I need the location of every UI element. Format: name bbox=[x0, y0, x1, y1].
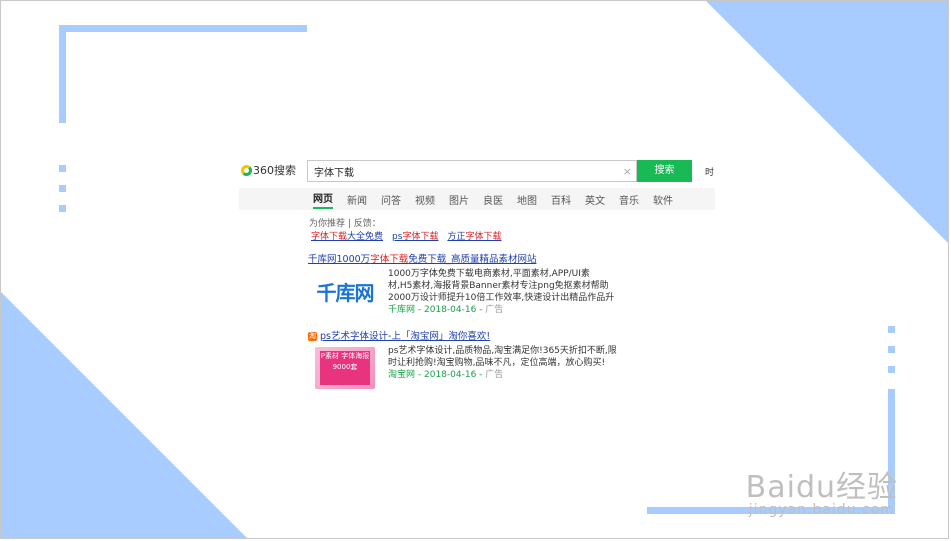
result-snippet-line: ps艺术字体设计,品质物品,淘宝满足你!365天折扣不断,限 bbox=[388, 346, 617, 356]
tab-encyclopedia[interactable]: 百科 bbox=[551, 192, 571, 207]
link-text: ps bbox=[392, 232, 403, 242]
logo-text: 360搜索 bbox=[253, 164, 296, 177]
search-input[interactable] bbox=[308, 161, 620, 181]
result-title-link[interactable]: 淘 ps艺术字体设计-上「淘宝网」淘你喜欢! bbox=[308, 328, 718, 342]
search-page: 360搜索 × 搜索 时 网页 新闻 问答 视频 图片 良医 地图 百科 英文 … bbox=[239, 157, 718, 389]
recommend-label: 为你推荐 | 反馈： bbox=[309, 219, 381, 229]
decor-square bbox=[59, 205, 66, 212]
tab-bar: 网页 新闻 问答 视频 图片 良医 地图 百科 英文 音乐 软件 bbox=[239, 188, 715, 210]
slide-frame: 360搜索 × 搜索 时 网页 新闻 问答 视频 图片 良医 地图 百科 英文 … bbox=[0, 0, 949, 539]
taobao-icon: 淘 bbox=[308, 332, 317, 341]
result-date: 2018-04-16 bbox=[424, 305, 477, 315]
result-title-link[interactable]: 千库网1000万字体下载免费下载_高质量精品素材网站 bbox=[308, 251, 718, 265]
ad-label: 广告 bbox=[485, 305, 504, 315]
tab-english[interactable]: 英文 bbox=[585, 192, 605, 207]
decor-square bbox=[59, 185, 66, 192]
result-date: 2018-04-16 bbox=[424, 370, 477, 380]
link-highlight: 字体下载 bbox=[311, 232, 348, 242]
baidu-jingyan-watermark: Baidu经验 jingyan.baidu.com bbox=[746, 462, 898, 518]
link-text: 方正 bbox=[447, 232, 466, 242]
result-thumbnail[interactable]: P素材 字体海报 9000套 bbox=[308, 345, 382, 391]
site-logo[interactable]: 360搜索 bbox=[241, 161, 296, 179]
recommend-link[interactable]: 字体下载大全免费 bbox=[311, 229, 383, 242]
promo-image-text: P素材 字体海报 9000套 bbox=[320, 351, 370, 385]
tab-video[interactable]: 视频 bbox=[415, 192, 435, 207]
decor-triangle-bottom-left bbox=[1, 292, 247, 538]
watermark-url: jingyan.baidu.com bbox=[748, 502, 895, 518]
watermark-main: Baidu经验 bbox=[745, 470, 898, 505]
decor-square bbox=[888, 366, 895, 373]
result-meta: 淘宝网 - 2018-04-16 - 广告 bbox=[388, 370, 504, 380]
result-meta: 千库网 - 2018-04-16 - 广告 bbox=[388, 305, 504, 315]
result-snippet-line: 2000万设计师提升10倍工作效率,快速设计出精品作品升 bbox=[388, 293, 615, 303]
search-result: 千库网1000万字体下载免费下载_高质量精品素材网站 千库网 1000万字体免费… bbox=[308, 251, 718, 316]
tab-qa[interactable]: 问答 bbox=[381, 192, 401, 207]
result-source[interactable]: 千库网 bbox=[388, 305, 415, 315]
title-text: 千库网1000万 bbox=[308, 254, 371, 265]
recommend-link[interactable]: 方正字体下载 bbox=[447, 229, 501, 242]
tab-health[interactable]: 良医 bbox=[483, 192, 503, 207]
promo-image: P素材 字体海报 9000套 bbox=[315, 347, 375, 389]
extra-link[interactable]: 时 bbox=[705, 165, 714, 178]
qianku-logo: 千库网 bbox=[316, 280, 375, 305]
search-box: × bbox=[307, 160, 637, 182]
clear-icon[interactable]: × bbox=[623, 165, 632, 178]
decor-line-left bbox=[59, 25, 66, 123]
logo-ring-icon bbox=[241, 164, 252, 176]
link-highlight: 字体下载 bbox=[402, 232, 439, 242]
tab-music[interactable]: 音乐 bbox=[619, 192, 639, 207]
decor-line-top bbox=[59, 25, 307, 32]
tab-news[interactable]: 新闻 bbox=[347, 192, 367, 207]
decor-square bbox=[888, 346, 895, 353]
result-snippet-line: 1000万字体免费下载电商素材,平面素材,APP/UI素 bbox=[388, 269, 590, 279]
recommend-links: 字体下载大全免费 ps字体下载 方正字体下载 bbox=[311, 229, 501, 242]
link-text: 大全免费 bbox=[347, 232, 384, 242]
result-source[interactable]: 淘宝网 bbox=[388, 370, 415, 380]
decor-square bbox=[59, 165, 66, 172]
decor-square bbox=[888, 326, 895, 333]
result-snippet-line: 材,H5素材,海报背景Banner素材专注png免抠素材帮助 bbox=[388, 281, 609, 291]
tab-images[interactable]: 图片 bbox=[449, 192, 469, 207]
tab-maps[interactable]: 地图 bbox=[517, 192, 537, 207]
recommend-link[interactable]: ps字体下载 bbox=[392, 229, 438, 242]
search-result: 淘 ps艺术字体设计-上「淘宝网」淘你喜欢! P素材 字体海报 9000套 ps艺… bbox=[308, 328, 718, 391]
result-thumbnail[interactable]: 千库网 bbox=[308, 268, 382, 314]
title-text: 免费下载_高质量精品素材网站 bbox=[408, 254, 537, 265]
title-highlight: 字体下载 bbox=[370, 254, 409, 265]
title-text: ps艺术字体设计-上「淘宝网」淘你喜欢! bbox=[320, 331, 491, 342]
tab-web[interactable]: 网页 bbox=[313, 190, 333, 209]
decor-triangle-top-right bbox=[706, 1, 948, 243]
search-button[interactable]: 搜索 bbox=[637, 160, 692, 182]
link-highlight: 字体下载 bbox=[465, 232, 502, 242]
ad-label: 广告 bbox=[485, 370, 504, 380]
tab-software[interactable]: 软件 bbox=[653, 192, 673, 207]
result-snippet-line: 时让利抢购!淘宝购物,品味不凡，定位高端，放心购买! bbox=[388, 358, 606, 368]
